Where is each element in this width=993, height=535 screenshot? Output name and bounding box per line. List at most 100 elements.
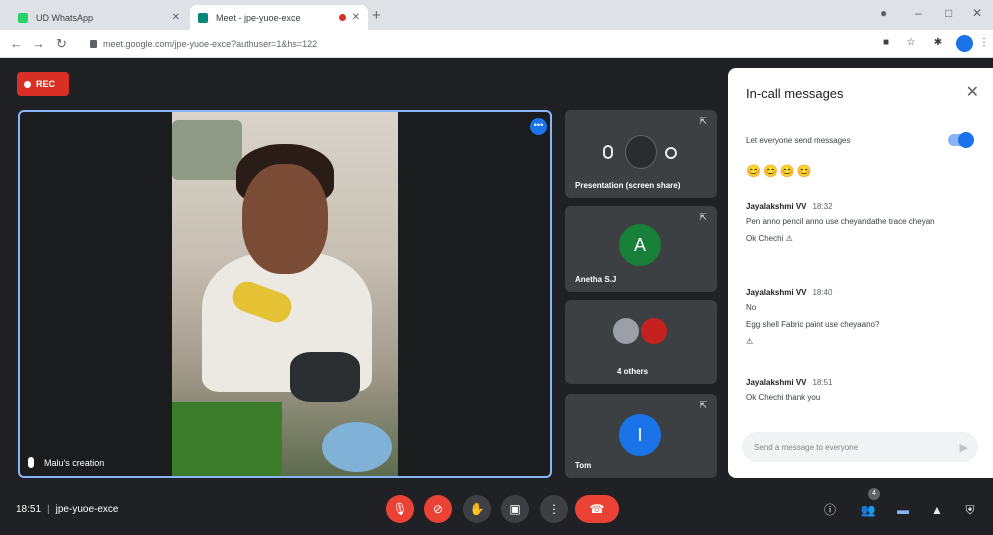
video-craft-object <box>290 352 360 402</box>
extensions-icon[interactable]: ✱ <box>932 37 944 49</box>
participant-tile-anetha[interactable]: ⇱ A Anetha S.J <box>565 206 717 292</box>
message-text: No <box>746 303 757 312</box>
back-icon[interactable]: ← <box>10 36 23 51</box>
more-options-button[interactable]: ⋮ <box>540 495 568 523</box>
pin-icon[interactable]: ⇱ <box>699 400 707 411</box>
close-tab-icon[interactable]: ✕ <box>172 12 180 23</box>
new-tab-button[interactable]: + <box>372 7 381 24</box>
chat-message: Jayalakshmi VV 18:40 No Egg shell Fabric … <box>746 288 978 352</box>
activities-icon[interactable]: ▲ <box>929 502 945 518</box>
tab-title: UD WhatsApp <box>36 12 94 23</box>
url-bar[interactable]: meet.google.com/jpe-yuoe-exce?authuser=1… <box>84 34 864 54</box>
video-figure-face <box>242 164 328 274</box>
background-shelf <box>172 120 242 180</box>
send-icon[interactable]: ▶ <box>960 441 968 454</box>
panel-title: In-call messages <box>746 86 844 101</box>
close-window-icon[interactable]: ✕ <box>972 6 982 20</box>
chat-message-input[interactable]: Send a message to everyone ▶ <box>742 432 978 462</box>
profile-avatar[interactable] <box>956 35 973 52</box>
message-header: Jayalakshmi VV 18:32 <box>746 202 978 211</box>
meeting-info: 18:51 | jpe-yuoe-exce <box>16 504 118 515</box>
forward-icon[interactable]: → <box>32 36 45 51</box>
browser-menu-icon[interactable]: ⋮ <box>978 37 990 49</box>
video-green-box <box>172 402 282 476</box>
mic-preview-icon <box>603 145 613 159</box>
chat-message: Jayalakshmi VV 18:32 Pen anno pencil anno… <box>746 202 978 249</box>
video-blue-bowl <box>322 422 392 472</box>
message-header: Jayalakshmi VV 18:51 <box>746 378 978 387</box>
tab-title: Meet - jpe-yuoe-exce <box>216 12 301 23</box>
emoji-message: 😊😊😊😊 <box>746 164 814 178</box>
microphone-icon <box>28 457 34 468</box>
chat-icon[interactable]: ▬ <box>895 502 911 518</box>
browser-tab-whatsapp[interactable]: UD WhatsApp ✕ <box>10 5 188 30</box>
permission-row: Let everyone send messages <box>746 130 976 150</box>
more-vert-icon: ⋮ <box>548 502 560 516</box>
sender-name: Jayalakshmi VV <box>746 202 807 211</box>
close-panel-icon[interactable]: ✕ <box>966 82 979 102</box>
avatar <box>613 318 639 344</box>
bookmark-star-icon[interactable]: ☆ <box>905 37 917 49</box>
separator: | <box>47 504 50 515</box>
message-text: Pen anno pencil anno use cheyandathe tra… <box>746 217 935 226</box>
message-text: ⚠ <box>746 337 754 346</box>
mic-off-icon: 🎙 <box>392 502 408 516</box>
clock-time: 18:51 <box>16 504 42 515</box>
chat-message: Jayalakshmi VV 18:51 Ok Chechi thank you <box>746 378 978 408</box>
pin-icon[interactable]: ⇱ <box>699 212 707 223</box>
meeting-details-icon[interactable]: ⓘ <box>822 502 838 518</box>
browser-tab-meet[interactable]: Meet - jpe-yuoe-exce ✕ <box>190 5 368 30</box>
record-dot-icon <box>24 80 31 88</box>
lock-icon <box>90 40 97 48</box>
participant-video <box>172 112 398 476</box>
avatar <box>641 318 667 344</box>
others-tile[interactable]: 4 others <box>565 300 717 384</box>
hand-icon: ✋ <box>469 502 485 516</box>
present-button[interactable]: ▣ <box>501 495 529 523</box>
allow-messages-toggle[interactable] <box>948 132 974 148</box>
reload-icon[interactable]: ↻ <box>56 36 67 52</box>
more-options-icon[interactable]: ••• <box>530 118 547 135</box>
address-bar-row: ← → ↻ meet.google.com/jpe-yuoe-exce?auth… <box>0 30 993 58</box>
message-time: 18:40 <box>812 288 833 297</box>
screen-share-tile[interactable]: ⇱ Presentation (screen share) <box>565 110 717 198</box>
raise-hand-button[interactable]: ✋ <box>463 495 491 523</box>
hangup-icon: ☎ <box>589 502 605 516</box>
message-text: Egg shell Fabric paint use cheyaano? <box>746 320 880 329</box>
toggle-knob <box>958 132 974 148</box>
microphone-off-button[interactable]: 🎙 <box>386 495 414 523</box>
screen-share-preview <box>603 135 683 169</box>
main-video-tile[interactable]: ••• Malu's creation <box>18 110 552 478</box>
people-icon[interactable]: 👥 <box>860 502 876 518</box>
browser-tab-bar: UD WhatsApp ✕ Meet - jpe-yuoe-exce ✕ + ●… <box>0 0 993 30</box>
host-controls-icon[interactable]: ⛨ <box>962 502 978 518</box>
main-participant-label: Malu's creation <box>28 457 104 468</box>
recording-label: REC <box>36 79 56 89</box>
avatar: A <box>619 224 661 266</box>
camera-off-button[interactable]: ⊘ <box>424 495 452 523</box>
tile-name: Tom <box>575 461 592 470</box>
avatar: I <box>619 414 661 456</box>
in-call-messages-panel: In-call messages ✕ Let everyone send mes… <box>728 68 993 478</box>
minimize-icon[interactable]: – <box>915 6 922 20</box>
message-time: 18:32 <box>812 202 833 211</box>
participant-count-badge: 4 <box>868 488 880 500</box>
message-header: Jayalakshmi VV 18:40 <box>746 288 978 297</box>
camera-indicator-icon[interactable]: ■ <box>880 37 892 49</box>
participant-tile-tom[interactable]: ⇱ I Tom <box>565 394 717 478</box>
message-text: Ok Chechi thank you <box>746 393 821 402</box>
sender-name: Jayalakshmi VV <box>746 288 807 297</box>
tile-name: Presentation (screen share) <box>575 181 681 190</box>
recording-badge: REC <box>17 72 69 96</box>
camera-off-icon: ⊘ <box>432 502 444 516</box>
tab-search-icon[interactable]: ● <box>880 6 887 20</box>
whatsapp-favicon-icon <box>18 12 28 23</box>
maximize-icon[interactable]: □ <box>945 6 952 20</box>
message-text: Ok Chechi ⚠ <box>746 234 793 243</box>
close-tab-icon[interactable]: ✕ <box>352 12 360 23</box>
permission-label: Let everyone send messages <box>746 135 851 145</box>
meeting-code: jpe-yuoe-exce <box>55 504 119 515</box>
pin-icon[interactable]: ⇱ <box>699 116 707 127</box>
camera-preview-icon <box>625 135 657 169</box>
leave-call-button[interactable]: ☎ <box>575 495 619 523</box>
